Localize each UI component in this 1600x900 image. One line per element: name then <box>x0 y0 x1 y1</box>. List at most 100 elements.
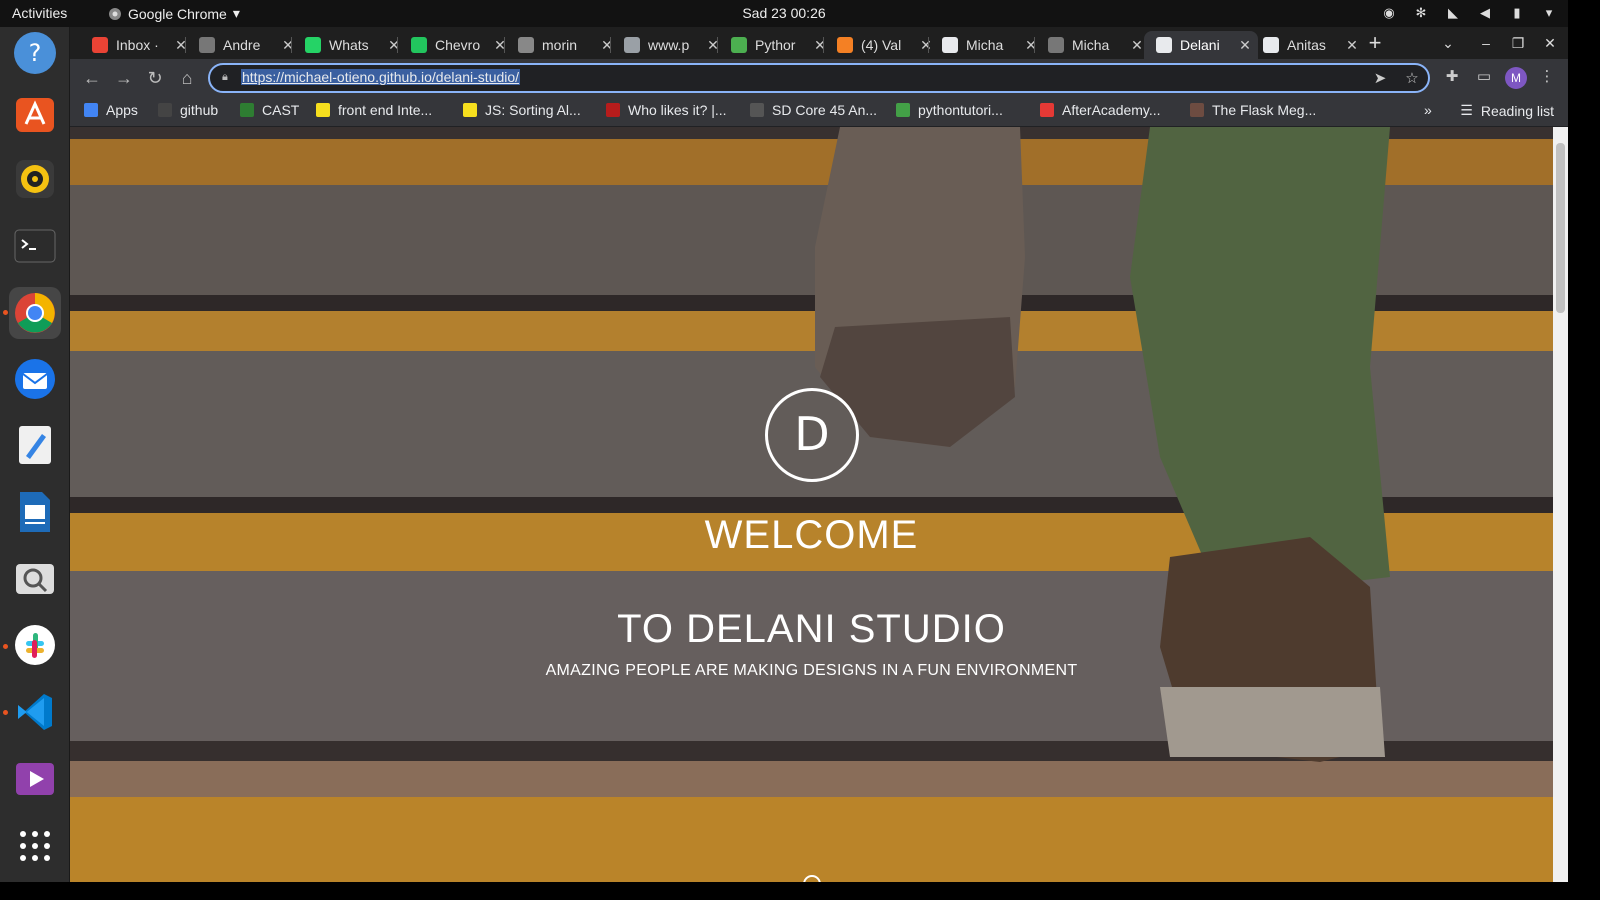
slack-tray-icon[interactable]: ✻ <box>1412 4 1430 22</box>
bookmark-label: JS: Sorting Al... <box>485 102 581 118</box>
scroll-down-icon[interactable] <box>803 875 821 882</box>
chrome-menu-icon[interactable]: ⋮ <box>1536 66 1558 88</box>
screenshot-icon[interactable] <box>9 553 61 605</box>
browser-tab[interactable]: Micha ✕ <box>1036 31 1150 59</box>
system-tray[interactable]: ◉ ✻ ◣ ◀ ▮ ▾ <box>1380 4 1558 22</box>
whatsapp-icon <box>305 37 321 53</box>
wifi-icon[interactable]: ◣ <box>1444 4 1462 22</box>
tab-separator <box>717 37 718 53</box>
tab-separator <box>291 37 292 53</box>
close-tab-icon[interactable]: ✕ <box>1130 37 1144 54</box>
browser-tab[interactable]: Chevro ✕ <box>399 31 513 59</box>
bookmark-item[interactable]: Apps <box>84 102 138 118</box>
bookmark-item[interactable]: JS: Sorting Al... <box>463 102 581 118</box>
slack-icon[interactable] <box>9 619 61 671</box>
new-tab-button[interactable]: + <box>1362 31 1388 57</box>
minimize-icon[interactable]: – <box>1472 31 1500 55</box>
browser-tab[interactable]: Micha ✕ <box>930 31 1044 59</box>
tab-separator <box>185 37 186 53</box>
cast-icon[interactable]: ▭ <box>1473 66 1495 88</box>
tab-title: Whats <box>329 37 369 53</box>
bookmark-item[interactable]: pythontutori... <box>896 102 1003 118</box>
tab-separator <box>928 37 929 53</box>
browser-tab[interactable]: Whats ✕ <box>293 31 407 59</box>
bookmark-favicon-icon <box>606 103 620 117</box>
running-indicator <box>3 710 8 715</box>
power-menu-icon[interactable]: ▾ <box>1540 4 1558 22</box>
bookmark-star-icon[interactable]: ☆ <box>1402 69 1422 89</box>
volume-icon[interactable]: ◀ <box>1476 4 1494 22</box>
bookmark-item[interactable]: AfterAcademy... <box>1040 102 1161 118</box>
forward-icon[interactable]: → <box>112 66 136 90</box>
chrome-small-icon <box>109 7 121 20</box>
terminal-icon[interactable] <box>9 220 61 272</box>
chevron-app-icon <box>411 37 427 53</box>
close-tab-icon[interactable]: ✕ <box>1238 37 1252 54</box>
tab-title: Andre <box>223 37 261 53</box>
more-bookmarks-icon[interactable]: » <box>1424 102 1432 118</box>
bookmark-item[interactable]: SD Core 45 An... <box>750 102 877 118</box>
bookmark-label: pythontutori... <box>918 102 1003 118</box>
address-url[interactable]: https://michael-otieno.github.io/delani-… <box>241 69 521 85</box>
back-icon[interactable]: ← <box>80 66 104 90</box>
battery-icon[interactable]: ▮ <box>1508 4 1526 22</box>
pythontutor-icon <box>731 37 747 53</box>
browser-tab[interactable]: Delani ✕ <box>1144 31 1258 59</box>
tab-title: Chevro <box>435 37 481 53</box>
browser-tab[interactable]: morin ✕ <box>506 31 620 59</box>
chrome-tab-strip: Inbox · ✕ Andre ✕ Whats ✕ Chevro ✕ morin ✕ www.p ✕ P… <box>70 27 1568 59</box>
show-apps-icon[interactable] <box>9 820 61 872</box>
home-icon[interactable]: ⌂ <box>175 66 199 90</box>
tab-title: Anitas <box>1287 37 1326 53</box>
bookmark-favicon-icon <box>896 103 910 117</box>
ubuntu-top-bar: Activities Google Chrome ▾ Sad 23 00:26 … <box>0 0 1568 27</box>
hero-welcome-heading: WELCOME <box>704 513 919 557</box>
bookmark-item[interactable]: front end Inte... <box>316 102 432 118</box>
bookmark-item[interactable]: Who likes it? |... <box>606 102 727 118</box>
tab-title: Pythor <box>755 37 796 53</box>
browser-tab[interactable]: Pythor ✕ <box>719 31 833 59</box>
globe-icon <box>942 37 958 53</box>
tab-title: Inbox · <box>116 37 159 53</box>
bookmark-item[interactable]: github <box>158 102 218 118</box>
tab-title: Micha <box>1072 37 1110 53</box>
browser-tab[interactable]: Anitas ✕ <box>1251 31 1365 59</box>
address-bar[interactable]: 🔒︎ https://michael-otieno.github.io/dela… <box>208 63 1430 93</box>
send-to-device-icon[interactable]: ➤ <box>1370 69 1390 89</box>
browser-tab[interactable]: Andre ✕ <box>187 31 301 59</box>
rhythmbox-icon[interactable] <box>9 153 61 205</box>
libreoffice-writer-icon[interactable] <box>9 486 61 538</box>
browser-tab[interactable]: www.p ✕ <box>612 31 726 59</box>
reading-list-icon: ☰ <box>1460 102 1473 118</box>
tab-search-icon[interactable]: ⌄ <box>1434 31 1462 55</box>
lock-icon[interactable]: 🔒︎ <box>222 71 234 85</box>
activities-button[interactable]: Activities <box>12 5 67 21</box>
browser-tab[interactable]: Inbox · ✕ <box>80 31 194 59</box>
reading-list-button[interactable]: ☰ Reading list <box>1460 102 1554 119</box>
browser-tab[interactable]: (4) Val ✕ <box>825 31 939 59</box>
vscode-icon[interactable] <box>9 686 61 738</box>
restore-icon[interactable]: ❐ <box>1504 31 1532 55</box>
app-menu-label: Google Chrome <box>128 5 227 22</box>
app-menu[interactable]: Google Chrome ▾ <box>108 5 240 22</box>
thunderbird-icon[interactable] <box>9 353 61 405</box>
delani-logo[interactable]: D <box>765 388 859 482</box>
tab-separator <box>504 37 505 53</box>
page-scrollbar[interactable] <box>1553 127 1568 882</box>
profile-avatar[interactable]: M <box>1505 67 1527 89</box>
extensions-icon[interactable]: ✚ <box>1441 66 1463 88</box>
chrome-icon[interactable] <box>9 287 61 339</box>
tab-title: Delani <box>1180 37 1220 53</box>
bookmark-favicon-icon <box>316 103 330 117</box>
reload-icon[interactable]: ↻ <box>143 66 167 90</box>
bookmark-item[interactable]: CAST <box>240 102 299 118</box>
ubuntu-software-icon[interactable] <box>9 87 61 139</box>
text-editor-icon[interactable] <box>9 419 61 471</box>
close-window-icon[interactable]: ✕ <box>1536 31 1564 55</box>
chrome-tray-icon[interactable]: ◉ <box>1380 4 1398 22</box>
video-player-icon[interactable] <box>9 753 61 805</box>
close-tab-icon[interactable]: ✕ <box>1345 37 1359 54</box>
bookmark-item[interactable]: The Flask Meg... <box>1190 102 1316 118</box>
scrollbar-thumb[interactable] <box>1556 143 1565 313</box>
help-icon[interactable]: ? <box>9 27 61 79</box>
